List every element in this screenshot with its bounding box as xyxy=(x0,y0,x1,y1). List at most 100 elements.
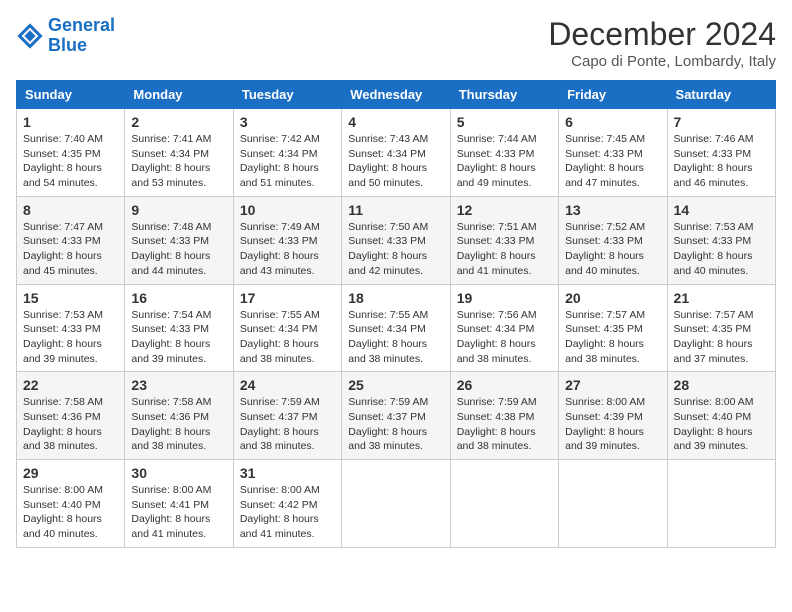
day-number: 15 xyxy=(23,290,118,306)
day-info: Sunrise: 7:58 AMSunset: 4:36 PMDaylight:… xyxy=(131,395,226,454)
day-number: 21 xyxy=(674,290,769,306)
day-number: 5 xyxy=(457,114,552,130)
page-subtitle: Capo di Ponte, Lombardy, Italy xyxy=(548,53,776,70)
day-info: Sunrise: 7:59 AMSunset: 4:38 PMDaylight:… xyxy=(457,395,552,454)
day-info: Sunrise: 7:56 AMSunset: 4:34 PMDaylight:… xyxy=(457,308,552,367)
calendar-cell: 17 Sunrise: 7:55 AMSunset: 4:34 PMDaylig… xyxy=(233,284,341,372)
calendar-cell: 16 Sunrise: 7:54 AMSunset: 4:33 PMDaylig… xyxy=(125,284,233,372)
calendar-cell: 5 Sunrise: 7:44 AMSunset: 4:33 PMDayligh… xyxy=(450,109,558,197)
day-number: 16 xyxy=(131,290,226,306)
calendar-cell: 8 Sunrise: 7:47 AMSunset: 4:33 PMDayligh… xyxy=(17,196,125,284)
day-number: 12 xyxy=(457,202,552,218)
day-info: Sunrise: 7:45 AMSunset: 4:33 PMDaylight:… xyxy=(565,132,660,191)
day-number: 14 xyxy=(674,202,769,218)
logo-text: General Blue xyxy=(48,16,115,56)
day-number: 17 xyxy=(240,290,335,306)
calendar-cell: 14 Sunrise: 7:53 AMSunset: 4:33 PMDaylig… xyxy=(667,196,775,284)
day-number: 24 xyxy=(240,377,335,393)
day-info: Sunrise: 8:00 AMSunset: 4:41 PMDaylight:… xyxy=(131,483,226,542)
calendar-cell: 30 Sunrise: 8:00 AMSunset: 4:41 PMDaylig… xyxy=(125,460,233,548)
calendar-cell: 9 Sunrise: 7:48 AMSunset: 4:33 PMDayligh… xyxy=(125,196,233,284)
day-info: Sunrise: 7:47 AMSunset: 4:33 PMDaylight:… xyxy=(23,220,118,279)
calendar-cell: 26 Sunrise: 7:59 AMSunset: 4:38 PMDaylig… xyxy=(450,372,558,460)
calendar-cell: 11 Sunrise: 7:50 AMSunset: 4:33 PMDaylig… xyxy=(342,196,450,284)
day-number: 30 xyxy=(131,465,226,481)
day-number: 25 xyxy=(348,377,443,393)
logo-line1: General xyxy=(48,15,115,35)
calendar-cell: 21 Sunrise: 7:57 AMSunset: 4:35 PMDaylig… xyxy=(667,284,775,372)
day-info: Sunrise: 7:48 AMSunset: 4:33 PMDaylight:… xyxy=(131,220,226,279)
day-number: 10 xyxy=(240,202,335,218)
day-number: 27 xyxy=(565,377,660,393)
day-info: Sunrise: 7:44 AMSunset: 4:33 PMDaylight:… xyxy=(457,132,552,191)
calendar-week-5: 29 Sunrise: 8:00 AMSunset: 4:40 PMDaylig… xyxy=(17,460,776,548)
calendar-cell: 12 Sunrise: 7:51 AMSunset: 4:33 PMDaylig… xyxy=(450,196,558,284)
calendar-cell xyxy=(667,460,775,548)
logo-line2: Blue xyxy=(48,35,87,55)
day-info: Sunrise: 7:52 AMSunset: 4:33 PMDaylight:… xyxy=(565,220,660,279)
day-info: Sunrise: 7:53 AMSunset: 4:33 PMDaylight:… xyxy=(23,308,118,367)
calendar-cell: 7 Sunrise: 7:46 AMSunset: 4:33 PMDayligh… xyxy=(667,109,775,197)
weekday-header-monday: Monday xyxy=(125,81,233,109)
day-number: 1 xyxy=(23,114,118,130)
day-number: 18 xyxy=(348,290,443,306)
calendar-cell xyxy=(342,460,450,548)
calendar-cell xyxy=(559,460,667,548)
day-info: Sunrise: 7:40 AMSunset: 4:35 PMDaylight:… xyxy=(23,132,118,191)
day-info: Sunrise: 7:42 AMSunset: 4:34 PMDaylight:… xyxy=(240,132,335,191)
day-number: 6 xyxy=(565,114,660,130)
day-number: 9 xyxy=(131,202,226,218)
day-info: Sunrise: 7:57 AMSunset: 4:35 PMDaylight:… xyxy=(565,308,660,367)
calendar-cell: 3 Sunrise: 7:42 AMSunset: 4:34 PMDayligh… xyxy=(233,109,341,197)
day-number: 31 xyxy=(240,465,335,481)
day-number: 4 xyxy=(348,114,443,130)
day-number: 8 xyxy=(23,202,118,218)
day-info: Sunrise: 8:00 AMSunset: 4:40 PMDaylight:… xyxy=(674,395,769,454)
calendar-week-4: 22 Sunrise: 7:58 AMSunset: 4:36 PMDaylig… xyxy=(17,372,776,460)
calendar-cell: 22 Sunrise: 7:58 AMSunset: 4:36 PMDaylig… xyxy=(17,372,125,460)
day-info: Sunrise: 8:00 AMSunset: 4:42 PMDaylight:… xyxy=(240,483,335,542)
day-info: Sunrise: 7:41 AMSunset: 4:34 PMDaylight:… xyxy=(131,132,226,191)
calendar-week-3: 15 Sunrise: 7:53 AMSunset: 4:33 PMDaylig… xyxy=(17,284,776,372)
day-number: 20 xyxy=(565,290,660,306)
weekday-header-tuesday: Tuesday xyxy=(233,81,341,109)
calendar-header-row: SundayMondayTuesdayWednesdayThursdayFrid… xyxy=(17,81,776,109)
day-info: Sunrise: 7:59 AMSunset: 4:37 PMDaylight:… xyxy=(240,395,335,454)
weekday-header-wednesday: Wednesday xyxy=(342,81,450,109)
day-info: Sunrise: 7:49 AMSunset: 4:33 PMDaylight:… xyxy=(240,220,335,279)
calendar-week-2: 8 Sunrise: 7:47 AMSunset: 4:33 PMDayligh… xyxy=(17,196,776,284)
day-number: 7 xyxy=(674,114,769,130)
day-number: 29 xyxy=(23,465,118,481)
title-block: December 2024 Capo di Ponte, Lombardy, I… xyxy=(548,16,776,70)
calendar-cell: 23 Sunrise: 7:58 AMSunset: 4:36 PMDaylig… xyxy=(125,372,233,460)
calendar-cell: 20 Sunrise: 7:57 AMSunset: 4:35 PMDaylig… xyxy=(559,284,667,372)
logo: General Blue xyxy=(16,16,115,56)
calendar-cell: 13 Sunrise: 7:52 AMSunset: 4:33 PMDaylig… xyxy=(559,196,667,284)
day-number: 11 xyxy=(348,202,443,218)
day-info: Sunrise: 7:43 AMSunset: 4:34 PMDaylight:… xyxy=(348,132,443,191)
day-number: 22 xyxy=(23,377,118,393)
page-header: General Blue December 2024 Capo di Ponte… xyxy=(16,16,776,70)
calendar-cell: 6 Sunrise: 7:45 AMSunset: 4:33 PMDayligh… xyxy=(559,109,667,197)
day-number: 2 xyxy=(131,114,226,130)
day-info: Sunrise: 8:00 AMSunset: 4:40 PMDaylight:… xyxy=(23,483,118,542)
calendar-cell: 24 Sunrise: 7:59 AMSunset: 4:37 PMDaylig… xyxy=(233,372,341,460)
calendar-cell: 10 Sunrise: 7:49 AMSunset: 4:33 PMDaylig… xyxy=(233,196,341,284)
calendar-cell: 4 Sunrise: 7:43 AMSunset: 4:34 PMDayligh… xyxy=(342,109,450,197)
calendar-cell: 18 Sunrise: 7:55 AMSunset: 4:34 PMDaylig… xyxy=(342,284,450,372)
calendar-week-1: 1 Sunrise: 7:40 AMSunset: 4:35 PMDayligh… xyxy=(17,109,776,197)
day-number: 26 xyxy=(457,377,552,393)
calendar-cell: 28 Sunrise: 8:00 AMSunset: 4:40 PMDaylig… xyxy=(667,372,775,460)
day-info: Sunrise: 8:00 AMSunset: 4:39 PMDaylight:… xyxy=(565,395,660,454)
day-info: Sunrise: 7:46 AMSunset: 4:33 PMDaylight:… xyxy=(674,132,769,191)
day-number: 28 xyxy=(674,377,769,393)
weekday-header-thursday: Thursday xyxy=(450,81,558,109)
day-number: 19 xyxy=(457,290,552,306)
calendar-cell: 29 Sunrise: 8:00 AMSunset: 4:40 PMDaylig… xyxy=(17,460,125,548)
weekday-header-saturday: Saturday xyxy=(667,81,775,109)
day-number: 3 xyxy=(240,114,335,130)
day-info: Sunrise: 7:53 AMSunset: 4:33 PMDaylight:… xyxy=(674,220,769,279)
page-title: December 2024 xyxy=(548,16,776,53)
calendar-cell: 19 Sunrise: 7:56 AMSunset: 4:34 PMDaylig… xyxy=(450,284,558,372)
day-info: Sunrise: 7:54 AMSunset: 4:33 PMDaylight:… xyxy=(131,308,226,367)
